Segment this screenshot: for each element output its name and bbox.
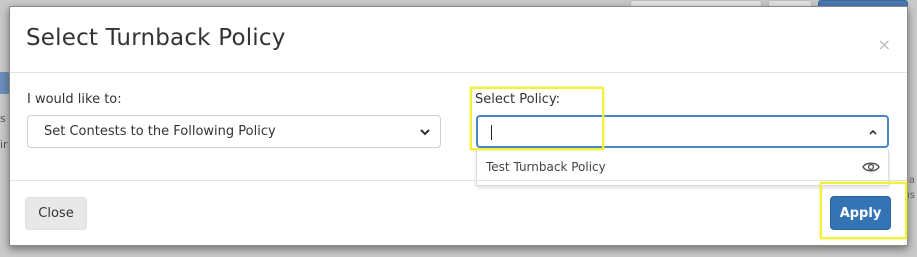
chevron-up-icon[interactable] xyxy=(867,126,879,138)
chevron-down-icon xyxy=(420,129,430,136)
close-icon[interactable]: × xyxy=(878,37,891,53)
background-text: s xyxy=(0,112,6,125)
policy-option-label: Test Turnback Policy xyxy=(486,160,606,174)
background-text: ir xyxy=(0,138,8,151)
close-button[interactable]: Close xyxy=(25,197,87,230)
apply-button[interactable]: Apply xyxy=(830,196,891,230)
action-select[interactable]: Set Contests to the Following Policy xyxy=(27,115,441,148)
eye-icon[interactable] xyxy=(862,160,880,174)
action-select-value: Set Contests to the Following Policy xyxy=(44,124,276,139)
policy-label: Select Policy: xyxy=(475,92,561,107)
text-cursor xyxy=(491,125,492,140)
modal-header: Select Turnback Policy × xyxy=(10,7,907,73)
select-turnback-policy-dialog: Select Turnback Policy × I would like to… xyxy=(9,6,908,246)
footer-divider xyxy=(10,180,907,181)
policy-search-input[interactable] xyxy=(476,115,889,148)
action-label: I would like to: xyxy=(27,92,122,107)
modal-title: Select Turnback Policy xyxy=(26,25,286,51)
